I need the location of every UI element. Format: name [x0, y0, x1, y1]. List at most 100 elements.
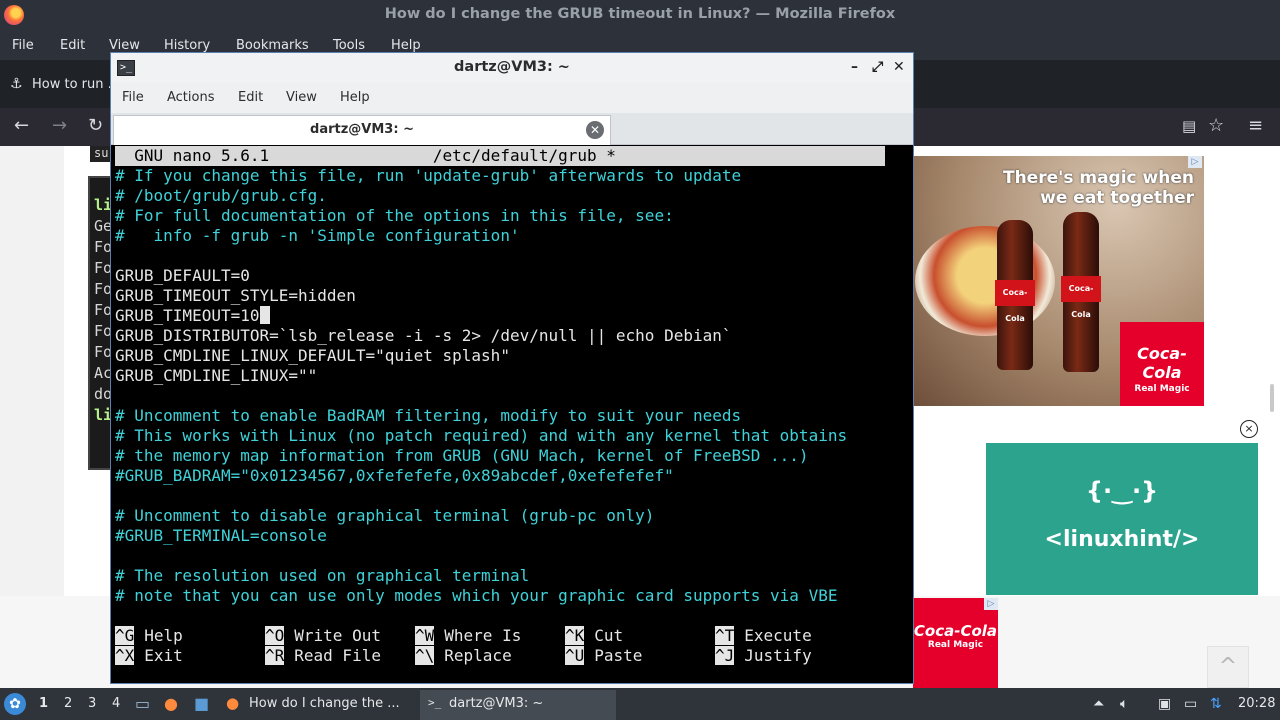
nano-shortcut[interactable]: ^X Exit	[115, 646, 183, 666]
adchoices-icon[interactable]: ▷	[984, 598, 998, 610]
file-manager-icon[interactable]: ▭	[135, 694, 150, 713]
display-icon[interactable]: ▭	[1184, 696, 1197, 712]
workspace-3[interactable]: 3	[88, 696, 96, 711]
workspace-2[interactable]: 2	[64, 696, 72, 711]
nano-line[interactable]: # The resolution used on graphical termi…	[115, 566, 529, 586]
tray-up-icon[interactable]: ⏶	[1093, 696, 1104, 712]
terminal-titlebar[interactable]: >_ dartz@VM3: ~ – ⤢ ✕	[111, 53, 913, 83]
nano-line[interactable]: #GRUB_BADRAM="0x01234567,0xfefefefe,0x89…	[115, 466, 674, 486]
nano-line-text: # If you change this file, run 'update-g…	[115, 166, 742, 185]
start-menu-icon[interactable]: ✿	[4, 693, 26, 715]
terminal-menu-file[interactable]: File	[122, 90, 144, 105]
clipboard-icon[interactable]: ▣	[1158, 696, 1171, 712]
firefox-menu-history[interactable]: History	[164, 38, 210, 53]
close-tab-icon[interactable]: ✕	[586, 121, 604, 139]
maximize-icon[interactable]: ⤢	[872, 59, 883, 75]
nano-line[interactable]: GRUB_DEFAULT=0	[115, 266, 250, 286]
nano-line-text: GRUB_DEFAULT=0	[115, 266, 250, 285]
back-icon[interactable]: ←	[14, 116, 29, 136]
nano-shortcut-key: ^G	[115, 626, 135, 645]
terminal-menu-view[interactable]: View	[286, 90, 317, 105]
nano-shortcut-label: Execute	[744, 626, 812, 645]
terminal-menu-edit[interactable]: Edit	[238, 90, 263, 105]
nano-shortcut[interactable]: ^O Write Out	[265, 626, 381, 646]
firefox-menu-view[interactable]: View	[109, 38, 140, 53]
bottle-label: Coca-Cola	[995, 280, 1035, 323]
firefox-window-title: How do I change the GRUB timeout in Linu…	[384, 6, 896, 22]
desktop-icon[interactable]: ■	[194, 694, 209, 713]
nano-shortcut[interactable]: ^W Where Is	[415, 626, 521, 646]
nano-shortcut[interactable]: ^K Cut	[565, 626, 623, 646]
nano-line[interactable]: # the memory map information from GRUB (…	[115, 446, 809, 466]
close-icon[interactable]: ✕	[893, 59, 905, 75]
nano-line[interactable]: # This works with Linux (no patch requir…	[115, 426, 847, 446]
nano-editor[interactable]: GNU nano 5.6.1 /etc/default/grub * # If …	[115, 146, 913, 682]
firefox-tab[interactable]: How to run ...	[32, 77, 120, 92]
nano-shortcut[interactable]: ^U Paste	[565, 646, 642, 666]
nano-shortcut-label: Exit	[144, 646, 183, 665]
reader-view-icon[interactable]: ▤	[1182, 116, 1196, 136]
nano-line[interactable]: GRUB_TIMEOUT=10	[115, 306, 270, 326]
terminal-menu-actions[interactable]: Actions	[167, 90, 215, 105]
firefox-launcher-icon[interactable]: ●	[164, 694, 178, 713]
coca-cola-ad-banner[interactable]: Coca-Cola Coca-Cola There's magic when w…	[913, 156, 1204, 406]
nano-shortcut-key: ^R	[265, 646, 285, 665]
volume-icon[interactable]: 🔈︎	[1120, 696, 1128, 712]
workspace-4[interactable]: 4	[112, 696, 120, 711]
firefox-menu-help[interactable]: Help	[391, 38, 421, 53]
task-terminal-active[interactable]: >_ dartz@VM3: ~	[420, 690, 616, 720]
nano-shortcut[interactable]: ^\ Replace	[415, 646, 512, 666]
nano-line-text: # the memory map information from GRUB (…	[115, 446, 809, 465]
nano-line-text: # Uncomment to enable BadRAM filtering, …	[115, 406, 742, 425]
close-ad-button[interactable]: ×	[1240, 420, 1258, 438]
firefox-menu-edit[interactable]: Edit	[60, 38, 85, 53]
bottle-image: Coca-Cola	[995, 220, 1035, 370]
terminal-window[interactable]: >_ dartz@VM3: ~ – ⤢ ✕ File Actions Edit …	[110, 52, 914, 684]
bookmark-star-icon[interactable]: ☆	[1208, 116, 1224, 136]
reload-icon[interactable]: ↻	[88, 116, 103, 136]
nano-shortcut[interactable]: ^G Help	[115, 626, 183, 646]
nano-shortcut-key: ^X	[115, 646, 135, 665]
adchoices-icon[interactable]: ▷	[1188, 156, 1202, 168]
nano-line[interactable]: # Uncomment to enable BadRAM filtering, …	[115, 406, 741, 426]
nano-line-text: # info -f grub -n 'Simple configuration'	[115, 226, 520, 245]
nano-line-text: GRUB_CMDLINE_LINUX=""	[115, 366, 318, 385]
nano-line[interactable]: # Uncomment to disable graphical termina…	[115, 506, 654, 526]
task-firefox[interactable]: How do I change the ...	[249, 696, 400, 711]
nano-shortcut[interactable]: ^J Justify	[715, 646, 812, 666]
nano-line-text: # note that you can use only modes which…	[115, 586, 838, 605]
workspace-1[interactable]: 1	[39, 696, 48, 711]
nano-line[interactable]: GRUB_CMDLINE_LINUX_DEFAULT="quiet splash…	[115, 346, 510, 366]
nano-shortcut-label: Where Is	[444, 626, 522, 645]
firefox-menu-tools[interactable]: Tools	[333, 38, 365, 53]
nano-shortcut[interactable]: ^R Read File	[265, 646, 381, 666]
nano-line[interactable]: GRUB_DISTRIBUTOR=`lsb_release -i -s 2> /…	[115, 326, 732, 346]
nano-line[interactable]: GRUB_CMDLINE_LINUX=""	[115, 366, 317, 386]
scroll-to-top-button[interactable]: ^	[1207, 646, 1249, 688]
nano-shortcut[interactable]: ^T Execute	[715, 626, 812, 646]
nano-line[interactable]: # note that you can use only modes which…	[115, 586, 837, 606]
page-left-margin	[0, 146, 64, 596]
terminal-tab-label: dartz@VM3: ~	[310, 122, 414, 137]
terminal-tab[interactable]: dartz@VM3: ~ ✕	[113, 115, 611, 145]
minimize-icon[interactable]: –	[851, 59, 858, 75]
firefox-menu-bookmarks[interactable]: Bookmarks	[236, 38, 309, 53]
nano-line[interactable]: # /boot/grub/grub.cfg.	[115, 186, 327, 206]
nano-line[interactable]: # info -f grub -n 'Simple configuration'	[115, 226, 520, 246]
coca-cola-small-ad[interactable]: Coca-Cola Real Magic ▷	[913, 598, 998, 688]
linuxhint-logo-icon: {·‿·}	[1085, 477, 1159, 505]
nano-line[interactable]: #GRUB_TERMINAL=console	[115, 526, 327, 546]
network-icon[interactable]: ⇅	[1210, 696, 1222, 712]
page-scrollbar[interactable]	[1270, 384, 1274, 412]
forward-icon[interactable]: →	[52, 116, 67, 136]
nano-line[interactable]: # For full documentation of the options …	[115, 206, 674, 226]
linuxhint-brand: <linuxhint/>	[1044, 527, 1200, 552]
app-menu-icon[interactable]: ≡	[1248, 116, 1263, 136]
linuxhint-ad[interactable]: {·‿·} <linuxhint/>	[986, 443, 1258, 595]
firefox-task-icon: ●	[226, 694, 240, 712]
terminal-menu-help[interactable]: Help	[340, 90, 370, 105]
nano-line[interactable]: GRUB_TIMEOUT_STYLE=hidden	[115, 286, 356, 306]
firefox-menu-file[interactable]: File	[12, 38, 34, 53]
nano-line[interactable]: # If you change this file, run 'update-g…	[115, 166, 741, 186]
nano-line-text: GRUB_TIMEOUT=10	[115, 306, 260, 325]
